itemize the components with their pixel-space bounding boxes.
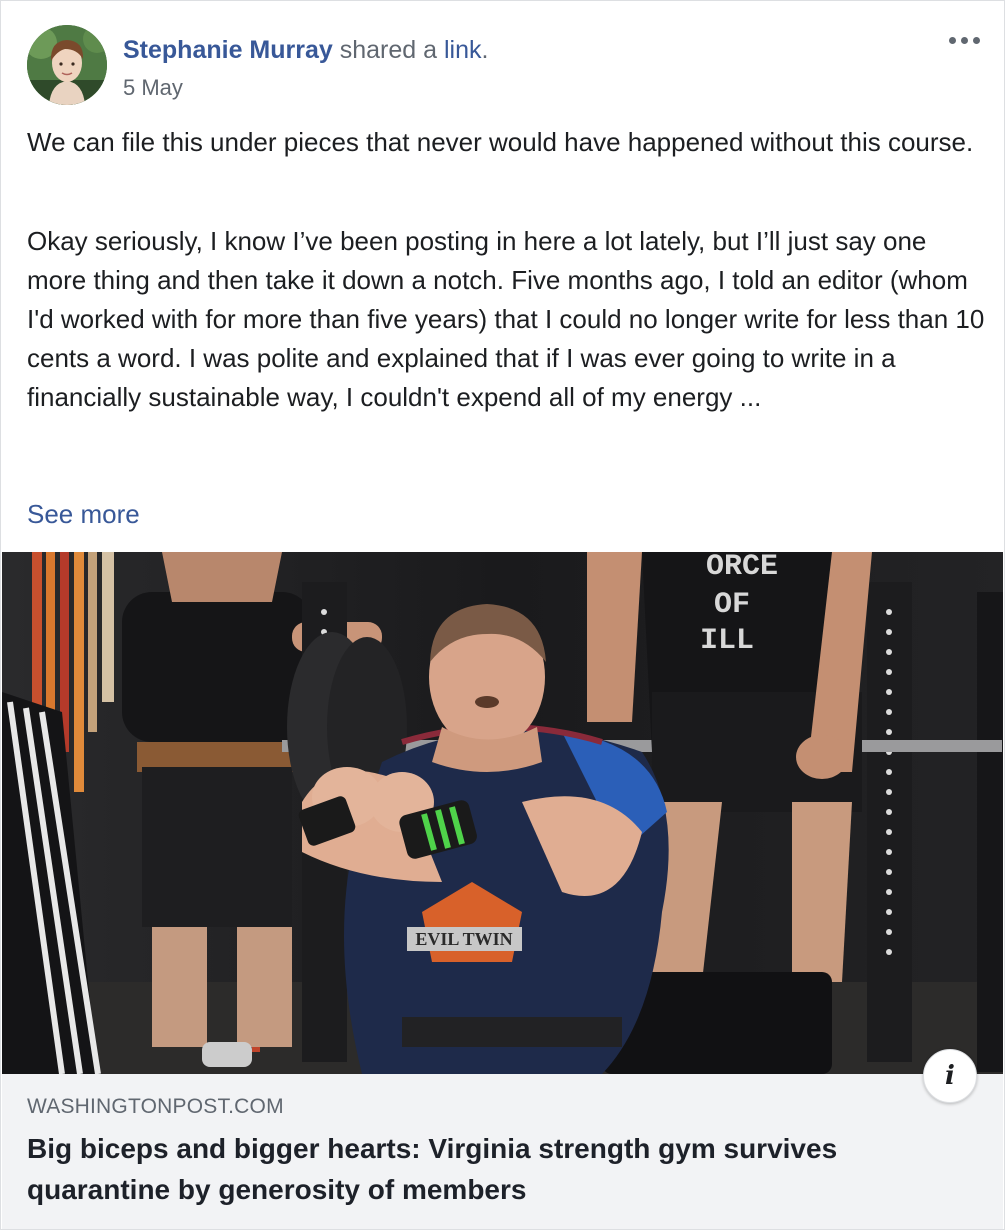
post-paragraph: We can file this under pieces that never… [27,127,974,157]
more-horizontal-icon-dot [972,36,980,44]
more-horizontal-icon-dot [960,36,968,44]
see-more-link[interactable]: See more [27,495,140,534]
post-body: We can file this under pieces that never… [27,123,987,417]
post-timestamp[interactable]: 5 May [123,75,183,101]
post-paragraph: Okay seriously, I know I’ve been posting… [27,226,985,412]
shared-link-word[interactable]: link [444,36,482,64]
post-card: Stephanie Murray shared a link. 5 May We… [0,0,1005,1230]
post-header: Stephanie Murray shared a link. 5 May [27,25,984,107]
author-line: Stephanie Murray shared a link. [123,35,488,65]
link-domain: WASHINGTONPOST.COM [27,1095,284,1118]
svg-text:EVIL TWIN: EVIL TWIN [415,929,512,949]
shirt-text-line: OF [714,588,750,622]
more-options-button[interactable] [944,25,984,55]
shirt-text-line: ORCE [706,552,778,584]
link-title[interactable]: Big biceps and bigger hearts: Virginia s… [27,1128,967,1210]
author-avatar[interactable] [27,25,107,105]
more-horizontal-icon [948,36,956,44]
author-name-link[interactable]: Stephanie Murray [123,36,333,64]
info-icon: i [945,1061,955,1091]
shared-period: . [481,36,489,64]
link-preview-image[interactable]: ORCE OF ILL EVIL TWIN [2,552,1003,1074]
link-preview-footer[interactable]: WASHINGTONPOST.COM Big biceps and bigger… [2,1074,1003,1229]
shared-a-text: shared a [332,36,444,64]
shirt-text-line: ILL [700,624,754,658]
info-button[interactable]: i [923,1049,977,1103]
